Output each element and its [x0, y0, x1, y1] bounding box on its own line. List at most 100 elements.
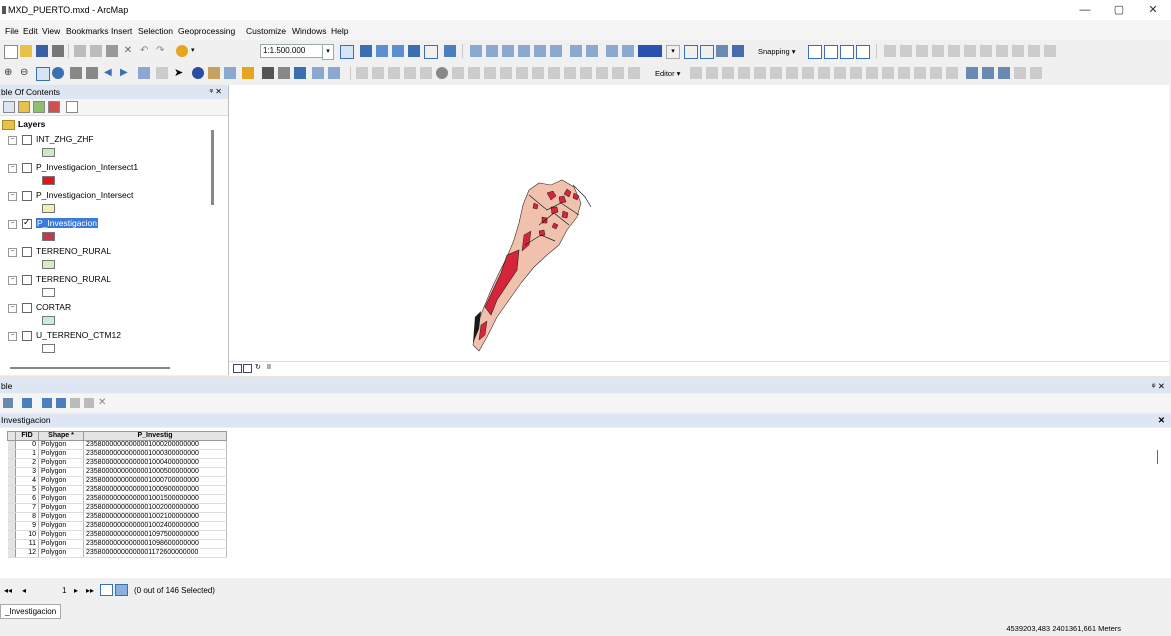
table-row[interactable]: 9 Polygon 23580000000000001002400000000 — [7, 521, 227, 531]
table-cell-shape[interactable]: Polygon — [38, 494, 84, 504]
clear-selection-table-icon[interactable] — [70, 398, 80, 408]
collapse-icon[interactable]: − — [8, 136, 17, 145]
column-header-p-investig[interactable]: P_Investig — [83, 431, 227, 441]
scale-dropdown-icon[interactable]: ▾ — [322, 44, 334, 60]
table-cell-p-investig[interactable]: 23580000000000001000500000000 — [83, 467, 227, 477]
layer-visibility-checkbox[interactable] — [22, 247, 32, 257]
close-button[interactable]: ✕ — [1138, 3, 1168, 17]
row-selector[interactable] — [7, 458, 16, 468]
last-record-button[interactable]: ▸▸ — [86, 586, 94, 595]
globe-icon[interactable] — [436, 67, 448, 79]
toc-vertical-scrollbar[interactable] — [211, 130, 214, 205]
table-cell-fid[interactable]: 10 — [15, 530, 39, 540]
menu-insert[interactable]: Insert — [111, 26, 132, 36]
row-selector[interactable] — [7, 476, 16, 486]
table-row[interactable]: 12 Polygon 23580000000000001172600000000 — [7, 548, 227, 558]
show-selected-records-icon[interactable] — [115, 584, 128, 596]
select-elements-icon[interactable]: ➤ — [174, 67, 186, 79]
fixed-zoom-out-icon[interactable] — [86, 67, 98, 79]
end-snapping-icon[interactable] — [824, 45, 838, 59]
row-selector[interactable] — [7, 530, 16, 540]
map-canvas[interactable] — [229, 85, 1169, 361]
table-cell-shape[interactable]: Polygon — [38, 467, 84, 477]
table-row[interactable]: 2 Polygon 23580000000000001000400000000 — [7, 458, 227, 468]
row-selector[interactable] — [7, 485, 16, 495]
point-snapping-icon[interactable] — [808, 45, 822, 59]
close-table-tab-button[interactable]: ✕ — [1158, 414, 1165, 427]
paste-icon[interactable] — [106, 45, 118, 57]
table-cell-p-investig[interactable]: 23580000000000001002000000000 — [83, 503, 227, 513]
layer-visibility-checkbox[interactable] — [22, 303, 32, 313]
row-selector[interactable] — [7, 440, 16, 450]
tool-b-icon[interactable] — [486, 45, 498, 57]
arctoolbox-icon[interactable] — [408, 45, 420, 57]
table-row[interactable]: 11 Polygon 23580000000000001098600000000 — [7, 539, 227, 549]
layer-visibility-checkbox[interactable] — [22, 163, 32, 173]
layer-symbol[interactable] — [42, 316, 55, 325]
color-dropdown-icon[interactable]: ▾ — [666, 45, 680, 59]
row-selector[interactable] — [7, 548, 16, 558]
menu-view[interactable]: View — [42, 26, 60, 36]
list-by-drawing-order-icon[interactable] — [3, 101, 15, 113]
table-cell-fid[interactable]: 6 — [15, 494, 39, 504]
table-cell-fid[interactable]: 8 — [15, 512, 39, 522]
new-document-icon[interactable] — [4, 45, 18, 59]
add-data-icon[interactable] — [176, 45, 188, 57]
layers-group[interactable]: Layers — [2, 119, 45, 130]
collapse-icon[interactable]: − — [8, 276, 17, 285]
switch-selection-icon[interactable] — [56, 398, 66, 408]
catalog-window-icon[interactable] — [376, 45, 388, 57]
delete-icon[interactable]: ✕ — [122, 45, 134, 57]
table-cell-shape[interactable]: Polygon — [38, 476, 84, 486]
find-icon[interactable] — [262, 67, 274, 79]
table-cell-shape[interactable]: Polygon — [38, 503, 84, 513]
maximize-button[interactable]: ▢ — [1104, 3, 1134, 17]
menu-geoprocessing[interactable]: Geoprocessing — [178, 26, 235, 36]
list-by-source-icon[interactable] — [18, 101, 30, 113]
table-cell-p-investig[interactable]: 23580000000000001000300000000 — [83, 449, 227, 459]
table-tab-p-investigacion[interactable]: _Investigacion — [0, 604, 62, 619]
tool-i-icon[interactable] — [606, 45, 618, 57]
time-slider-icon[interactable] — [312, 67, 324, 79]
layer-item-selected[interactable]: − P_Investigacion — [8, 217, 208, 245]
next-record-button[interactable]: ▸ — [74, 586, 78, 595]
row-selector[interactable] — [7, 494, 16, 504]
grid-vertical-scrollbar[interactable] — [1157, 450, 1158, 464]
table-cell-shape[interactable]: Polygon — [38, 449, 84, 459]
table-cell-p-investig[interactable]: 23580000000000001000700000000 — [83, 476, 227, 486]
table-cell-p-investig[interactable]: 23580000000000001098600000000 — [83, 539, 227, 549]
undo-icon[interactable]: ↶ — [140, 45, 152, 57]
hyperlink-icon[interactable] — [242, 67, 254, 79]
python-window-icon[interactable] — [424, 45, 438, 59]
table-cell-p-investig[interactable]: 23580000000000001172600000000 — [83, 548, 227, 558]
layout-a-icon[interactable] — [684, 45, 698, 59]
map-display[interactable] — [229, 85, 1169, 375]
save-icon[interactable] — [36, 45, 48, 57]
vertex-snapping-icon[interactable] — [840, 45, 854, 59]
viewer-window-icon[interactable] — [328, 67, 340, 79]
table-cell-shape[interactable]: Polygon — [38, 458, 84, 468]
table-cell-shape[interactable]: Polygon — [38, 548, 84, 558]
table-cell-p-investig[interactable]: 23580000000000001000900000000 — [83, 485, 227, 495]
go-to-xy-icon[interactable] — [294, 67, 306, 79]
menu-customize[interactable]: Customize — [246, 26, 286, 36]
table-cell-shape[interactable]: Polygon — [38, 521, 84, 531]
tool-d-icon[interactable] — [518, 45, 530, 57]
layer-visibility-checkbox[interactable] — [22, 217, 32, 229]
delete-selected-icon[interactable] — [84, 398, 94, 408]
table-cell-p-investig[interactable]: 23580000000000001002100000000 — [83, 512, 227, 522]
refresh-icon[interactable]: ↻ — [255, 364, 262, 371]
pan-icon[interactable] — [36, 67, 50, 81]
row-selector[interactable] — [7, 503, 16, 513]
column-header-shape[interactable]: Shape * — [38, 431, 84, 441]
table-cell-p-investig[interactable]: 23580000000000001097500000000 — [83, 530, 227, 540]
layer-item[interactable]: − P_Investigacion_Intersect — [8, 189, 208, 217]
table-row[interactable]: 8 Polygon 23580000000000001002100000000 — [7, 512, 227, 522]
table-cell-p-investig[interactable]: 23580000000000001001500000000 — [83, 494, 227, 504]
table-cell-shape[interactable]: Polygon — [38, 485, 84, 495]
table-row[interactable]: 6 Polygon 23580000000000001001500000000 — [7, 494, 227, 504]
table-cell-shape[interactable]: Polygon — [38, 530, 84, 540]
collapse-icon[interactable]: − — [8, 304, 17, 313]
layer-visibility-checkbox[interactable] — [22, 135, 32, 145]
layer-symbol[interactable] — [42, 260, 55, 269]
